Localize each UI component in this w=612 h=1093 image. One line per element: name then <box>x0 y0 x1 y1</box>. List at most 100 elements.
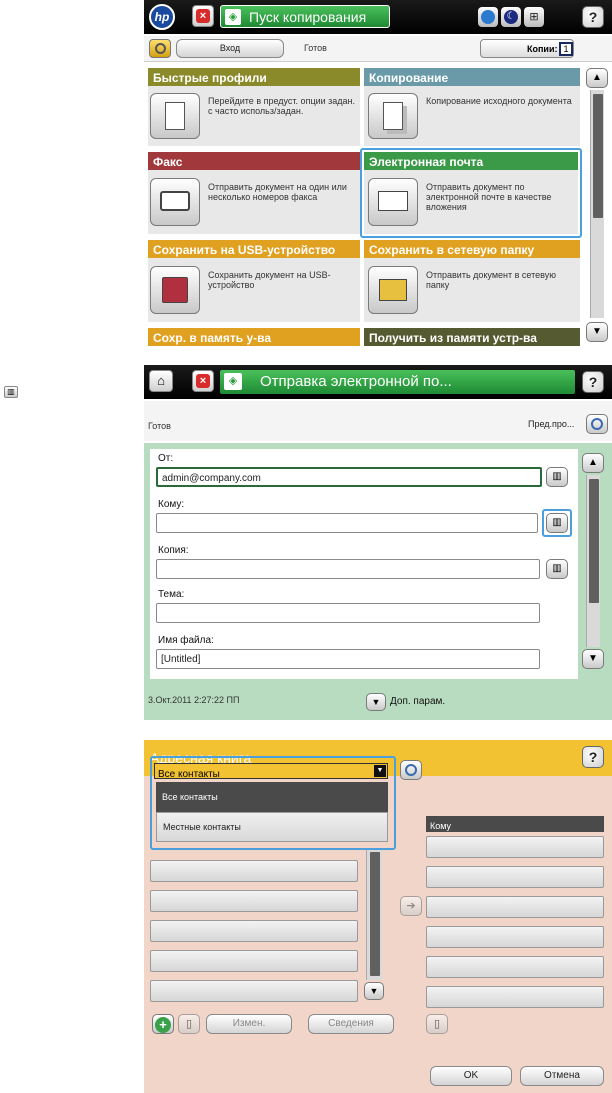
to-list-header-label: Кому <box>430 821 452 831</box>
ok-button[interactable]: OK <box>430 1066 512 1086</box>
tile-save-device[interactable]: Сохр. в память у-ва <box>148 328 360 346</box>
recipient-row[interactable] <box>426 956 604 978</box>
search-button[interactable] <box>400 760 422 780</box>
stop-button[interactable]: × <box>192 5 214 27</box>
tile-quick-sets[interactable]: Быстрые профили Перейдите в предуст. опц… <box>148 68 360 146</box>
contact-row[interactable] <box>150 860 358 882</box>
more-options-label[interactable]: Доп. парам. <box>390 696 445 707</box>
tile-fax-desc: Отправить документ на один или несколько… <box>208 182 347 202</box>
email-scroll-down-button[interactable]: ▼ <box>582 649 604 669</box>
to-address-book-button[interactable]: ▥ <box>542 509 572 537</box>
dropdown-option-all[interactable]: Все контакты <box>156 782 388 812</box>
tile-email[interactable]: Электронная почта Отправить документ по … <box>360 148 582 238</box>
panel-address-book: Адресная книга ? ▼ ➔ Кому Все контакты ▼… <box>144 740 612 1093</box>
copies-label: Копии: <box>527 44 558 54</box>
help-icon[interactable]: ? <box>582 6 604 28</box>
add-to-recipients-button[interactable]: ➔ <box>400 896 422 916</box>
home-button[interactable]: ⌂ <box>149 370 173 392</box>
email-title: Отправка электронной по... <box>260 373 452 390</box>
tile-retrieve-device[interactable]: Получить из памяти устр-ва <box>364 328 580 346</box>
panel-home: hp × ◈ Пуск копирования ☾ ⊞ ? Вход Готов… <box>144 0 612 350</box>
sleep-icon[interactable]: ☾ <box>501 7 521 27</box>
tile-copy[interactable]: Копирование Копирование исходного докуме… <box>364 68 580 146</box>
copies-input[interactable]: 1 <box>559 42 573 56</box>
start-icon-2[interactable]: ◈ <box>224 373 242 390</box>
stop-button-2[interactable]: × <box>192 370 214 392</box>
recipient-row[interactable] <box>426 986 604 1008</box>
edit-button[interactable]: Измен. <box>206 1014 292 1034</box>
tiles-area: Быстрые профили Перейдите в предуст. опц… <box>144 66 584 346</box>
scrollbar-track[interactable] <box>590 90 604 318</box>
tile-retrieve-device-title: Получить из памяти устр-ва <box>364 328 580 346</box>
contact-row[interactable] <box>150 890 358 912</box>
preview-button[interactable] <box>586 414 608 434</box>
preview-label: Пред.про... <box>528 419 575 429</box>
cc-address-book-button[interactable]: ▥ <box>546 559 568 579</box>
tile-fax[interactable]: Факс Отправить документ на один или неск… <box>148 152 360 234</box>
copy-icon <box>368 93 418 139</box>
tile-fax-title: Факс <box>148 152 360 172</box>
tile-save-network[interactable]: Сохранить в сетевую папку Отправить доку… <box>364 240 580 322</box>
to-field[interactable] <box>156 513 538 533</box>
contacts-dropdown-value: Все контакты <box>158 769 220 780</box>
email-top-bar: ⌂ × ◈ Отправка электронной по... ? <box>144 365 612 399</box>
recipient-row[interactable] <box>426 866 604 888</box>
from-field[interactable]: admin@company.com <box>156 467 542 487</box>
sign-in-button[interactable]: Вход <box>176 39 284 58</box>
tile-save-network-title: Сохранить в сетевую папку <box>364 240 580 260</box>
contacts-scrollbar-thumb[interactable] <box>370 852 380 976</box>
trash-icon: ▯ <box>185 1018 193 1030</box>
copies-box: Копии: 1 <box>480 39 574 58</box>
dropdown-option-local[interactable]: Местные контакты <box>156 812 388 842</box>
network-icon[interactable] <box>478 7 498 27</box>
add-contact-button[interactable]: + <box>152 1014 174 1034</box>
delete-contact-button[interactable]: ▯ <box>178 1014 200 1034</box>
fax-icon <box>150 178 200 226</box>
address-book-icon-to: ▥ <box>552 517 562 528</box>
recipient-row[interactable] <box>426 896 604 918</box>
recipient-row[interactable] <box>426 926 604 948</box>
cc-field[interactable] <box>156 559 540 579</box>
remove-recipient-button[interactable]: ▯ <box>426 1014 448 1034</box>
email-scroll-up-button[interactable]: ▲ <box>582 453 604 473</box>
plus-icon: + <box>155 1017 171 1033</box>
tile-email-desc: Отправить документ по электронной почте … <box>426 182 552 212</box>
start-copy-label: Пуск копирования <box>249 9 367 25</box>
tile-save-device-title: Сохр. в память у-ва <box>148 328 360 346</box>
apps-icon[interactable]: ⊞ <box>524 7 544 27</box>
contacts-scroll-down-button[interactable]: ▼ <box>364 982 384 1000</box>
help-icon-3[interactable]: ? <box>582 746 604 768</box>
chevron-up-icon: ▲ <box>592 72 602 83</box>
recipient-row[interactable] <box>426 836 604 858</box>
magnifier-icon <box>591 418 603 430</box>
tile-email-title: Электронная почта <box>364 152 578 172</box>
scroll-up-button[interactable]: ▲ <box>586 68 608 88</box>
filename-field[interactable]: [Untitled] <box>156 649 540 669</box>
contacts-scrollbar-track[interactable] <box>366 848 382 980</box>
start-copy-button[interactable]: ◈ Пуск копирования <box>220 5 390 28</box>
from-address-book-button[interactable]: ▥ <box>546 467 568 487</box>
home-icon[interactable] <box>149 39 171 58</box>
help-icon-2[interactable]: ? <box>582 371 604 393</box>
hp-logo-icon[interactable]: hp <box>149 4 175 30</box>
contact-row[interactable] <box>150 950 358 972</box>
scrollbar-thumb[interactable] <box>593 94 603 218</box>
email-scrollbar-thumb[interactable] <box>589 479 599 603</box>
email-scrollbar-track[interactable] <box>586 475 600 647</box>
chevron-down-icon-2: ▼ <box>588 653 598 664</box>
details-button[interactable]: Сведения <box>308 1014 394 1034</box>
scroll-down-button[interactable]: ▼ <box>586 322 608 342</box>
cancel-button[interactable]: Отмена <box>520 1066 604 1086</box>
contact-row[interactable] <box>150 920 358 942</box>
chevron-down-icon-3: ▼ <box>371 697 381 707</box>
tile-save-usb[interactable]: Сохранить на USB-устройство Сохранить до… <box>148 240 360 322</box>
address-book-icon-from: ▥ <box>552 471 562 482</box>
quick-sets-icon <box>150 93 200 139</box>
subject-field[interactable] <box>156 603 540 623</box>
to-label: Кому: <box>158 499 185 510</box>
network-folder-icon <box>368 266 418 314</box>
contacts-dropdown[interactable]: Все контакты ▼ <box>154 763 388 780</box>
subject-label: Тема: <box>158 589 185 600</box>
contact-row[interactable] <box>150 980 358 1002</box>
more-options-button[interactable]: ▼ <box>366 693 386 711</box>
